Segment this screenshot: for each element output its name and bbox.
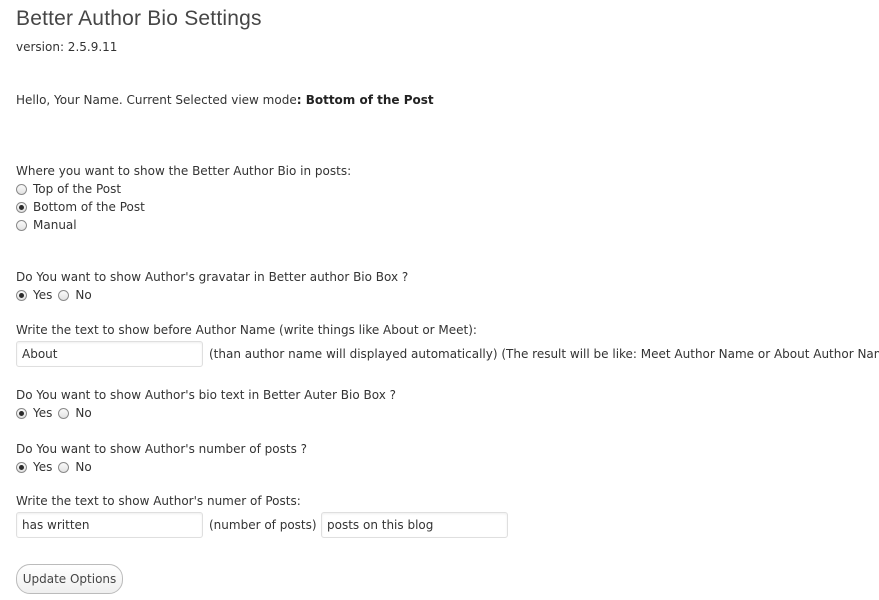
current-mode-text: Hello, Your Name. Current Selected view … — [16, 93, 434, 107]
num-posts-yes-radio[interactable] — [16, 461, 27, 473]
page-title: Better Author Bio Settings — [16, 7, 262, 30]
radio-manual[interactable] — [16, 219, 27, 231]
number-of-posts-label: (number of posts) — [209, 518, 317, 532]
num-posts-yes-label: Yes — [33, 460, 53, 474]
position-option-top[interactable]: Top of the Post — [16, 181, 127, 197]
posts-prefix-input[interactable] — [16, 512, 203, 538]
radio-bottom-of-post[interactable] — [16, 201, 27, 213]
radio-top-of-post[interactable] — [16, 183, 27, 195]
before-name-question: Write the text to show before Author Nam… — [16, 323, 477, 337]
num-posts-no-label: No — [75, 460, 92, 474]
position-question: Where you want to show the Better Author… — [16, 164, 352, 178]
bio-text-question: Do You want to show Author's bio text in… — [16, 388, 397, 402]
version-label: version: 2.5.9.11 — [16, 40, 118, 54]
gravatar-yes-radio[interactable] — [16, 289, 27, 301]
bio-text-options: Yes No — [16, 405, 98, 421]
before-name-hint: (than author name will displayed automat… — [209, 347, 879, 361]
gravatar-options: Yes No — [16, 287, 98, 303]
radio-label-bottom-of-post: Bottom of the Post — [33, 200, 145, 214]
position-option-manual[interactable]: Manual — [16, 217, 83, 233]
radio-label-manual: Manual — [33, 218, 77, 232]
posts-text-question: Write the text to show Author's numer of… — [16, 494, 301, 508]
bio-text-yes-label: Yes — [33, 406, 53, 420]
update-options-button[interactable]: Update Options — [16, 564, 123, 594]
gravatar-no-label: No — [75, 288, 92, 302]
gravatar-question: Do You want to show Author's gravatar in… — [16, 270, 409, 284]
gravatar-yes-label: Yes — [33, 288, 53, 302]
num-posts-no-radio[interactable] — [58, 461, 70, 473]
bio-text-no-label: No — [75, 406, 92, 420]
position-option-bottom[interactable]: Bottom of the Post — [16, 199, 151, 215]
num-posts-question: Do You want to show Author's number of p… — [16, 442, 308, 456]
bio-text-yes-radio[interactable] — [16, 407, 27, 419]
num-posts-options: Yes No — [16, 459, 98, 475]
current-mode-value: : Bottom of the Post — [296, 93, 434, 107]
before-name-input[interactable] — [16, 341, 203, 367]
bio-text-no-radio[interactable] — [58, 407, 70, 419]
posts-suffix-input[interactable] — [321, 512, 508, 538]
gravatar-no-radio[interactable] — [58, 289, 70, 301]
radio-label-top-of-post: Top of the Post — [33, 182, 122, 196]
hello-prefix: Hello, Your Name. Current Selected view … — [16, 93, 297, 107]
